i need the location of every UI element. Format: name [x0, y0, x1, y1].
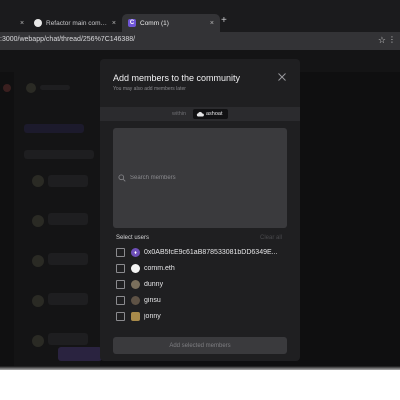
- user-name: jonny: [144, 313, 161, 320]
- close-icon[interactable]: [277, 72, 287, 82]
- user-checkbox[interactable]: [116, 264, 125, 273]
- clear-all-button[interactable]: Clear all: [260, 235, 282, 241]
- browser-tab-github[interactable]: Refactor main compaction co ×: [28, 14, 122, 32]
- avatar: [131, 264, 140, 273]
- bookmark-star-icon[interactable]: ☆: [378, 35, 386, 46]
- thread-avatar: [32, 295, 44, 307]
- tab-close-icon[interactable]: ×: [20, 20, 24, 27]
- thread-avatar: [26, 83, 36, 93]
- ghost-row: [48, 175, 88, 187]
- user-checkbox[interactable]: [116, 280, 125, 289]
- modal-title: Add members to the community: [113, 73, 241, 83]
- user-row[interactable]: comm.eth: [116, 262, 294, 275]
- cloud-icon: [196, 111, 204, 117]
- avatar: [131, 312, 140, 321]
- add-members-modal: Add members to the community You may als…: [100, 59, 300, 361]
- user-row[interactable]: dunny: [116, 278, 294, 291]
- comm-icon: C: [128, 19, 136, 27]
- browser-menu-icon[interactable]: ⋮: [388, 35, 396, 44]
- user-name: comm.eth: [144, 265, 175, 272]
- ghost-button: [24, 124, 84, 133]
- rail-avatar: [3, 84, 11, 92]
- ghost-row: [48, 253, 88, 265]
- search-input[interactable]: [130, 172, 280, 184]
- browser-tab-1[interactable]: ×: [0, 14, 28, 32]
- ghost-row: [48, 333, 88, 345]
- thread-avatar: [32, 175, 44, 187]
- github-icon: [34, 19, 42, 27]
- url-text[interactable]: :3000/webapp/chat/thread/256%7C146388/: [0, 36, 135, 43]
- community-scope-bar: within ashoat: [100, 107, 300, 121]
- thread-avatar: [32, 215, 44, 227]
- ghost-app-button: [58, 347, 102, 361]
- select-users-label: Select users: [116, 235, 150, 241]
- avatar: [131, 296, 140, 305]
- user-name: ginsu: [144, 297, 161, 304]
- user-checkbox[interactable]: [116, 312, 125, 321]
- thread-avatar: [32, 335, 44, 347]
- address-bar[interactable]: :3000/webapp/chat/thread/256%7C146388/ ☆…: [0, 32, 400, 50]
- tab-close-icon[interactable]: ×: [112, 20, 116, 27]
- community-chip: ashoat: [193, 109, 228, 119]
- new-tab-button[interactable]: +: [221, 15, 227, 26]
- browser-tab-comm[interactable]: C Comm (1) ×: [122, 14, 220, 32]
- user-checkbox[interactable]: [116, 296, 125, 305]
- app-community-rail: [0, 72, 14, 370]
- page-margin: [0, 370, 400, 400]
- tab-title: Refactor main compaction co: [46, 19, 109, 27]
- user-row[interactable]: ginsu: [116, 294, 294, 307]
- avatar: [131, 280, 140, 289]
- within-label: within: [172, 110, 187, 117]
- add-selected-members-button[interactable]: Add selected members: [113, 337, 287, 354]
- search-icon: [118, 174, 126, 182]
- tab-title: Comm (1): [140, 19, 169, 27]
- tab-close-icon[interactable]: ×: [210, 20, 214, 27]
- user-list: ♦ 0x0AB5fcE9c61aB878533081bDD6349E... co…: [116, 246, 294, 322]
- community-name: ashoat: [206, 111, 223, 117]
- user-row[interactable]: ♦ 0x0AB5fcE9c61aB878533081bDD6349E...: [116, 246, 294, 259]
- thread-title-ghost: [40, 85, 70, 90]
- ethereum-avatar-icon: ♦: [131, 248, 140, 257]
- user-checkbox[interactable]: [116, 248, 125, 257]
- user-name: 0x0AB5fcE9c61aB878533081bDD6349E...: [144, 249, 278, 256]
- ghost-row: [48, 293, 88, 305]
- user-row[interactable]: jonny: [116, 310, 294, 322]
- ghost-row: [24, 150, 94, 159]
- modal-subtitle: You may also add members later: [113, 86, 186, 92]
- search-members-box[interactable]: [113, 128, 287, 228]
- browser-tab-bar: × Refactor main compaction co × C Comm (…: [0, 0, 400, 32]
- user-name: dunny: [144, 281, 164, 288]
- app-thread-list: [14, 72, 100, 370]
- ghost-row: [48, 213, 88, 225]
- thread-avatar: [32, 255, 44, 267]
